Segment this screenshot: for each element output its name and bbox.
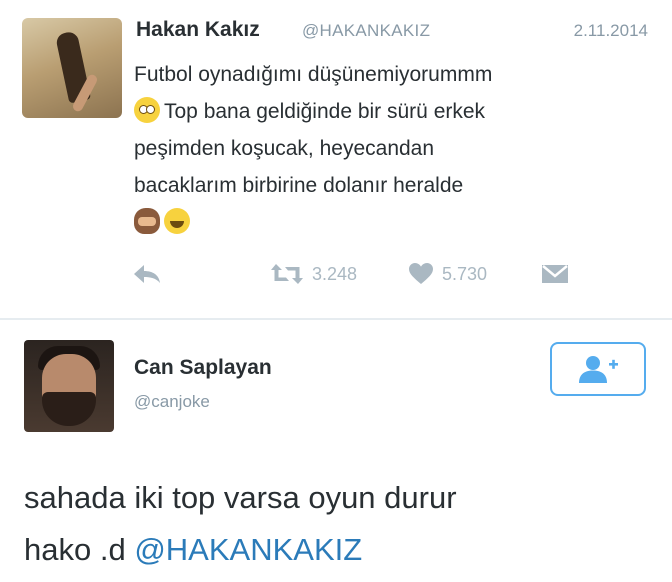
- tweet-emoji-line: [134, 204, 634, 241]
- flushed-face-icon: [134, 97, 160, 123]
- tweet-text-segment: Top bana geldiğinde bir sürü erkek: [164, 100, 486, 123]
- tweet-text-line: Top bana geldiğinde bir sürü erkek: [134, 93, 634, 130]
- smiling-face-icon: [164, 208, 190, 234]
- mention-link[interactable]: @HAKANKAKIZ: [134, 532, 362, 567]
- author-handle[interactable]: @HAKANKAKIZ: [302, 21, 430, 41]
- tweet-actions: 3.248 5.730: [132, 262, 632, 296]
- reply-text-line: hako .d @HAKANKAKIZ: [24, 524, 654, 576]
- reply-text: sahada iki top varsa oyun durur hako .d …: [24, 472, 654, 576]
- retweet-button[interactable]: 3.248: [270, 262, 357, 286]
- tweet-text-line: bacaklarım birbirine dolanır heralde: [134, 174, 464, 197]
- reply-button[interactable]: [132, 262, 162, 286]
- tweet-text-line: peşimden koşucak, heyecandan: [134, 137, 435, 160]
- see-no-evil-monkey-icon: [134, 208, 160, 234]
- add-user-icon: [579, 356, 618, 383]
- reply-tweet: Can Saplayan @canjoke sahada iki top var…: [0, 320, 672, 582]
- reply-author-name[interactable]: Can Saplayan: [134, 356, 272, 380]
- direct-message-button[interactable]: [540, 262, 570, 286]
- avatar-beard: [42, 392, 96, 426]
- tweet-text: Futbol oynadığımı düşünemiyorummm Top ba…: [134, 56, 634, 241]
- reply-text-line: sahada iki top varsa oyun durur: [24, 480, 457, 515]
- follow-button[interactable]: [550, 342, 646, 396]
- reply-text-segment: hako .d: [24, 532, 126, 567]
- reply-icon: [134, 265, 160, 283]
- tweet-text-line: Futbol oynadığımı düşünemiyorummm: [134, 63, 493, 86]
- like-button[interactable]: 5.730: [408, 262, 487, 286]
- author-name[interactable]: Hakan Kakız: [136, 18, 260, 42]
- reply-author-avatar[interactable]: [24, 340, 114, 432]
- envelope-icon: [542, 265, 568, 283]
- reply-author-handle[interactable]: @canjoke: [134, 392, 210, 412]
- retweet-count: 3.248: [312, 263, 358, 284]
- author-avatar[interactable]: [22, 18, 122, 118]
- heart-icon: [409, 263, 433, 284]
- original-tweet: Hakan Kakız @HAKANKAKIZ 2.11.2014 Futbol…: [0, 0, 672, 318]
- tweet-date[interactable]: 2.11.2014: [574, 21, 648, 41]
- like-count: 5.730: [442, 263, 488, 284]
- retweet-icon: [271, 264, 303, 284]
